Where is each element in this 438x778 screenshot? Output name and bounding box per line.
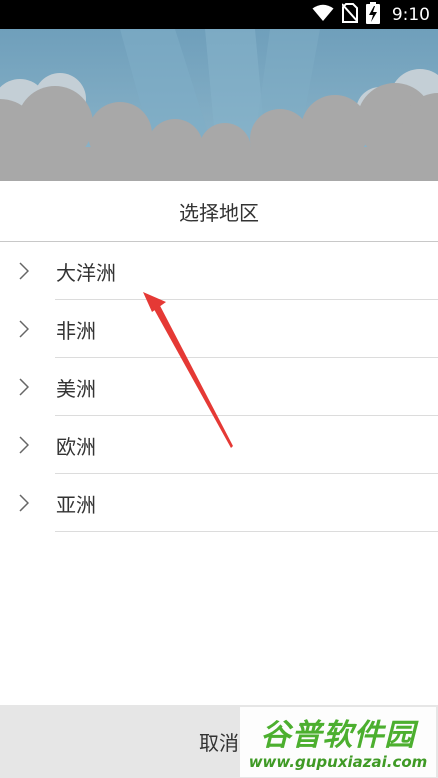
dialog-title: 选择地区 xyxy=(0,181,438,242)
region-item-asia[interactable]: 亚洲 xyxy=(0,474,438,532)
status-icons: 9:10 xyxy=(312,0,438,29)
region-dialog: 选择地区 大洋洲 非洲 美洲 欧洲 亚洲 取消 xyxy=(0,181,438,778)
chevron-right-icon xyxy=(17,435,31,455)
region-label: 大洋洲 xyxy=(56,260,116,285)
screen: 9:10 选择地区 大洋洲 非洲 美洲 欧洲 亚洲 取消 谷普软件园 www.g… xyxy=(0,0,438,778)
battery-charging-icon xyxy=(365,1,380,28)
no-sim-icon xyxy=(341,2,359,27)
region-label: 美洲 xyxy=(56,376,96,401)
cancel-label: 取消 xyxy=(199,731,239,755)
status-time: 9:10 xyxy=(391,4,430,25)
watermark-logo: 谷普软件园 www.gupuxiazai.com xyxy=(240,707,436,777)
chevron-right-icon xyxy=(17,319,31,339)
cloud-sky-banner xyxy=(0,29,438,181)
region-list: 大洋洲 非洲 美洲 欧洲 亚洲 xyxy=(0,242,438,532)
region-item-europe[interactable]: 欧洲 xyxy=(0,416,438,474)
region-label: 亚洲 xyxy=(56,492,96,517)
region-item-oceania[interactable]: 大洋洲 xyxy=(0,242,438,300)
chevron-right-icon xyxy=(17,261,31,281)
region-item-americas[interactable]: 美洲 xyxy=(0,358,438,416)
watermark-url: www.gupuxiazai.com xyxy=(248,753,428,771)
region-label: 欧洲 xyxy=(56,434,96,459)
chevron-right-icon xyxy=(17,377,31,397)
wifi-icon xyxy=(312,4,334,26)
region-item-africa[interactable]: 非洲 xyxy=(0,300,438,358)
chevron-right-icon xyxy=(17,493,31,513)
region-label: 非洲 xyxy=(56,318,96,343)
status-bar: 9:10 xyxy=(0,0,438,29)
watermark-title: 谷普软件园 xyxy=(260,718,416,753)
